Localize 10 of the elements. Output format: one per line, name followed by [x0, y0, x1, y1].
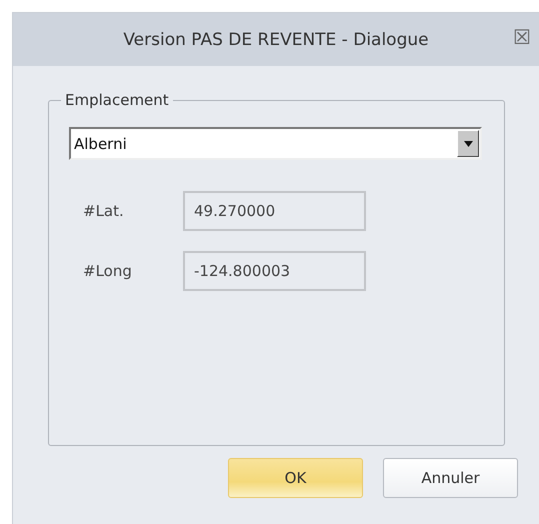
readonly-field[interactable]: -124.800003 — [183, 251, 366, 291]
readonly-field[interactable]: 49.270000 — [183, 191, 366, 231]
group-legend: Emplacement — [61, 91, 173, 109]
location-dropdown[interactable]: Alberni — [69, 127, 482, 160]
field-label: #Long — [82, 262, 133, 280]
cancel-button[interactable]: Annuler — [383, 458, 518, 498]
field-label: #Lat. — [82, 202, 125, 220]
window-title: Version PAS DE REVENTE - Dialogue — [123, 30, 429, 50]
close-button[interactable]: ☒ — [513, 28, 531, 48]
ok-button[interactable]: OK — [228, 458, 363, 498]
